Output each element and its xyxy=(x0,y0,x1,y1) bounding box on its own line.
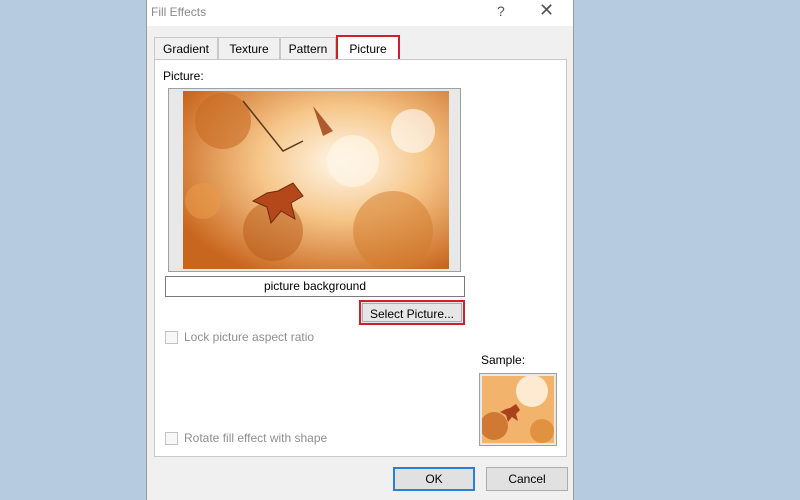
rotate-fill-box xyxy=(165,431,178,445)
sample-preview-frame xyxy=(479,373,557,446)
ok-button[interactable]: OK xyxy=(393,467,475,491)
tab-gradient[interactable]: Gradient xyxy=(154,37,218,59)
rotate-fill-checkbox: Rotate fill effect with shape xyxy=(165,431,327,445)
picture-label: Picture: xyxy=(163,69,204,83)
select-picture-button[interactable]: Select Picture... xyxy=(359,300,465,325)
close-icon[interactable]: ✕ xyxy=(539,0,554,21)
picture-preview-frame xyxy=(168,88,461,272)
title-bar: Fill Effects ? ✕ xyxy=(147,0,573,26)
sample-label: Sample: xyxy=(481,353,526,367)
select-picture-label: Select Picture... xyxy=(362,303,462,322)
tab-texture[interactable]: Texture xyxy=(218,37,280,59)
lock-aspect-ratio-box xyxy=(165,330,178,344)
picture-preview xyxy=(183,91,449,269)
picture-panel: Picture: picture background Select Pictu… xyxy=(154,59,567,457)
rotate-fill-label: Rotate fill effect with shape xyxy=(184,431,328,445)
cancel-button[interactable]: Cancel xyxy=(486,467,568,491)
help-icon[interactable]: ? xyxy=(497,3,505,19)
tab-picture[interactable]: Picture xyxy=(336,35,400,61)
fill-effects-dialog: Fill Effects ? ✕ Gradient Texture Patter… xyxy=(146,0,574,500)
sample-preview xyxy=(482,376,554,443)
lock-aspect-ratio-checkbox: Lock picture aspect ratio xyxy=(165,330,314,344)
picture-name-field: picture background xyxy=(165,276,465,297)
lock-aspect-ratio-label: Lock picture aspect ratio xyxy=(184,330,315,344)
tab-pattern[interactable]: Pattern xyxy=(280,37,336,59)
dialog-title: Fill Effects xyxy=(151,5,207,19)
